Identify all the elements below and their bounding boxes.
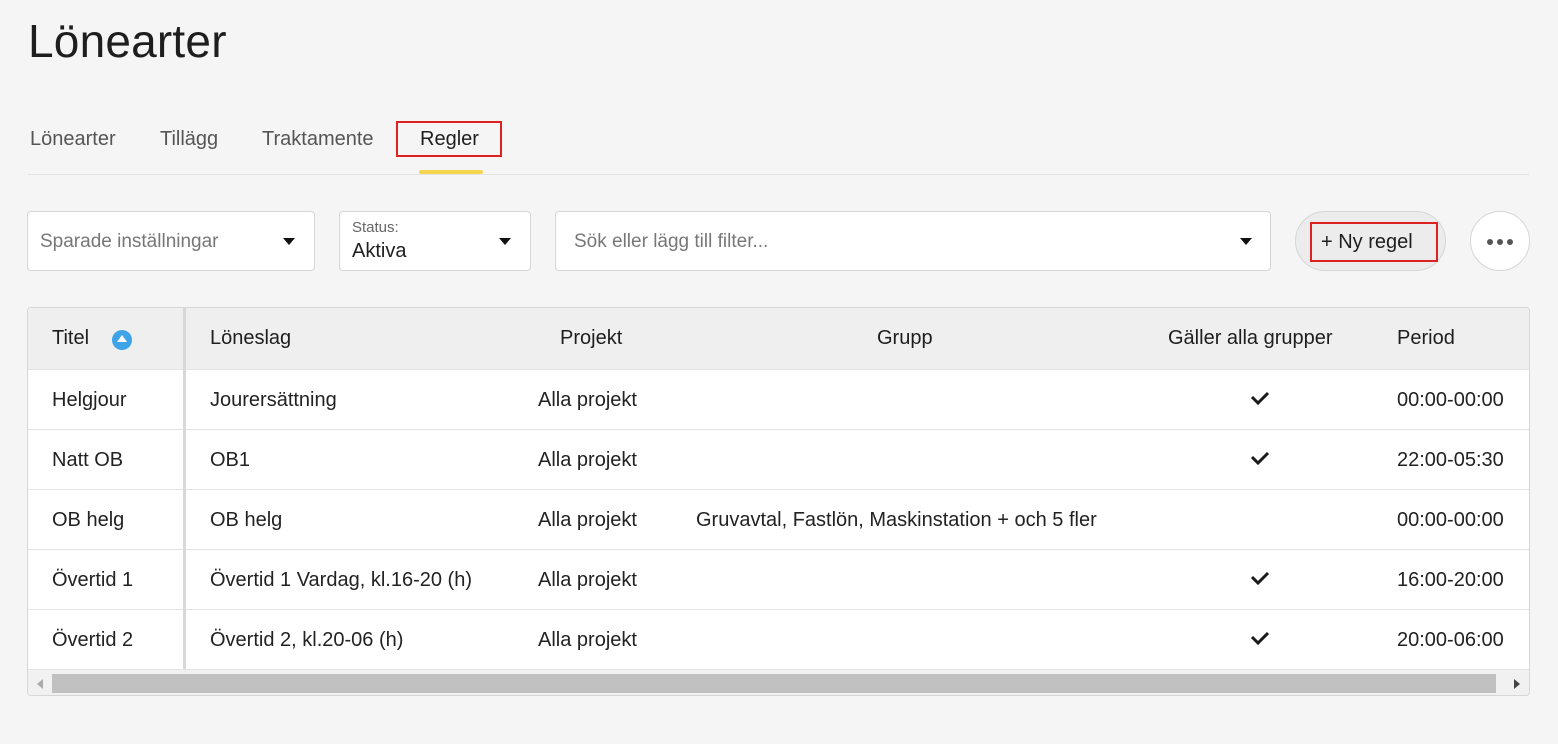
sort-ascending-icon[interactable] (112, 330, 132, 350)
table-row[interactable]: Natt OB OB1 Alla projekt 22:00-05:30 (28, 429, 1529, 489)
cell-period: 16:00-20:00 (1397, 569, 1504, 591)
cell-loneslag: Jourersättning (210, 389, 337, 411)
cell-projekt: Alla projekt (538, 629, 637, 651)
column-header-galler-alla-grupper[interactable]: Gäller alla grupper (1168, 327, 1333, 350)
tab-bar: Lönearter Tillägg Traktamente Regler (28, 118, 1529, 175)
horizontal-scrollbar[interactable] (28, 669, 1529, 695)
cell-period: 20:00-06:00 (1397, 629, 1504, 651)
caret-down-icon (499, 238, 511, 245)
rules-table: Titel Löneslag Projekt Grupp Gäller alla… (27, 307, 1530, 696)
table-row[interactable]: Övertid 1 Övertid 1 Vardag, kl.16-20 (h)… (28, 549, 1529, 609)
cell-loneslag: OB helg (210, 509, 283, 531)
search-filter-input[interactable]: Sök eller lägg till filter... (555, 211, 1271, 271)
column-header-projekt[interactable]: Projekt (560, 327, 622, 350)
column-header-period[interactable]: Period (1397, 327, 1455, 350)
new-rule-button[interactable]: + Ny regel (1295, 211, 1446, 271)
caret-down-icon (1240, 238, 1252, 245)
active-tab-indicator (419, 170, 483, 174)
page-title: Lönearter (28, 15, 227, 67)
cell-period: 00:00-00:00 (1397, 509, 1504, 531)
caret-down-icon (283, 238, 295, 245)
checkmark-icon (1250, 571, 1270, 585)
cell-titel: Övertid 2 (52, 629, 134, 651)
more-options-button[interactable] (1470, 211, 1530, 271)
cell-period: 00:00-00:00 (1397, 389, 1504, 411)
cell-titel: Natt OB (52, 449, 124, 471)
tab-traktamente[interactable]: Traktamente (262, 128, 374, 151)
table-header: Titel Löneslag Projekt Grupp Gäller alla… (28, 308, 1529, 369)
status-value: Aktiva (352, 240, 407, 262)
cell-grupp: Gruvavtal, Fastlön, Maskinstation + och … (696, 509, 1097, 531)
tab-regler[interactable]: Regler (420, 128, 479, 151)
status-dropdown[interactable]: Status: Aktiva (339, 211, 531, 271)
cell-projekt: Alla projekt (538, 389, 637, 411)
scrollbar-thumb[interactable] (52, 674, 1496, 693)
cell-titel: Helgjour (52, 389, 127, 411)
checkmark-icon (1250, 631, 1270, 645)
saved-settings-dropdown[interactable]: Sparade inställningar (27, 211, 315, 271)
cell-titel: Övertid 1 (52, 569, 134, 591)
cell-loneslag: Övertid 2, kl.20-06 (h) (210, 629, 404, 651)
frozen-column-divider (183, 308, 186, 669)
cell-projekt: Alla projekt (538, 509, 637, 531)
column-header-grupp[interactable]: Grupp (877, 327, 933, 350)
new-rule-label: + Ny regel (1321, 231, 1413, 253)
table-row[interactable]: Helgjour Jourersättning Alla projekt 00:… (28, 369, 1529, 429)
table-row[interactable]: OB helg OB helg Alla projekt Gruvavtal, … (28, 489, 1529, 549)
column-header-titel[interactable]: Titel (52, 327, 89, 350)
cell-projekt: Alla projekt (538, 449, 637, 471)
table-row[interactable]: Övertid 2 Övertid 2, kl.20-06 (h) Alla p… (28, 609, 1529, 669)
cell-projekt: Alla projekt (538, 569, 637, 591)
tab-tillagg[interactable]: Tillägg (160, 128, 218, 151)
status-label: Status: (352, 219, 399, 236)
saved-settings-placeholder: Sparade inställningar (40, 231, 219, 252)
cell-loneslag: OB1 (210, 449, 251, 471)
checkmark-icon (1250, 451, 1270, 465)
scroll-right-arrow-icon[interactable] (1514, 679, 1520, 689)
cell-titel: OB helg (52, 509, 125, 531)
column-header-loneslag[interactable]: Löneslag (210, 327, 291, 350)
scroll-left-arrow-icon[interactable] (37, 679, 43, 689)
search-placeholder: Sök eller lägg till filter... (574, 231, 769, 252)
cell-loneslag: Övertid 1 Vardag, kl.16-20 (h) (210, 569, 472, 591)
cell-period: 22:00-05:30 (1397, 449, 1504, 471)
tab-lonearter[interactable]: Lönearter (30, 128, 116, 151)
checkmark-icon (1250, 391, 1270, 405)
